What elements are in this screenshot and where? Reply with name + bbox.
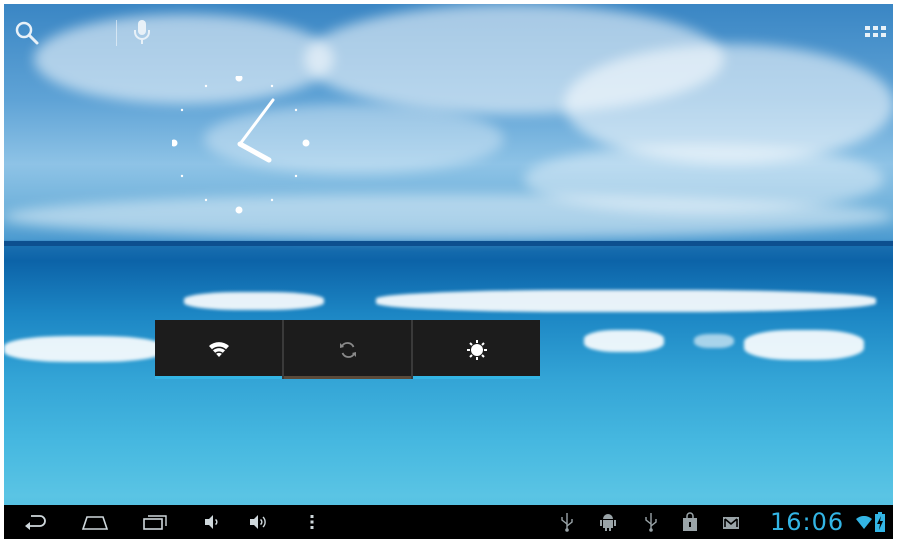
recent-apps-button[interactable] — [138, 505, 172, 539]
menu-button[interactable] — [302, 505, 322, 539]
back-icon — [25, 515, 46, 530]
minute-hand — [238, 98, 275, 146]
system-bar: 16:06 — [4, 505, 893, 539]
usb-icon[interactable] — [560, 512, 574, 536]
recent-apps-icon — [143, 515, 167, 530]
wallpaper-wave — [376, 290, 876, 312]
shopping-bag-icon[interactable] — [682, 512, 698, 536]
power-control-widget — [155, 320, 540, 379]
volume-up-icon — [250, 515, 266, 529]
wifi-state-indicator — [155, 376, 282, 379]
volume-down-icon — [205, 515, 218, 529]
wallpaper-cloud — [524, 144, 884, 214]
wallpaper-wave — [694, 334, 734, 348]
search-icon[interactable] — [14, 20, 40, 46]
wallpaper-wave — [744, 330, 864, 360]
android-debug-icon[interactable] — [599, 512, 617, 536]
wallpaper-horizon — [4, 241, 893, 246]
wallpaper-wave — [184, 292, 324, 310]
mic-icon[interactable] — [132, 18, 152, 46]
brightness-state-indicator — [413, 376, 540, 379]
wallpaper-wave — [584, 330, 664, 352]
brightness-toggle[interactable] — [411, 320, 540, 379]
home-screen — [4, 4, 893, 539]
home-button[interactable] — [78, 505, 112, 539]
brightness-icon — [466, 339, 487, 360]
menu-icon — [310, 515, 314, 529]
hour-hand — [237, 141, 272, 163]
wifi-icon — [208, 341, 229, 357]
search-divider — [116, 20, 117, 46]
clock-time[interactable]: 16:06 — [770, 508, 844, 536]
apps-grid-icon[interactable] — [864, 24, 888, 44]
wallpaper-wave — [4, 336, 164, 362]
usb-icon[interactable] — [644, 512, 658, 536]
wifi-signal-icon — [855, 515, 873, 534]
analog-clock-widget[interactable] — [170, 74, 310, 214]
home-icon — [81, 516, 109, 530]
sync-state-indicator — [284, 376, 411, 379]
wifi-toggle[interactable] — [155, 320, 282, 379]
sync-icon — [339, 341, 356, 358]
volume-up-button[interactable] — [242, 505, 276, 539]
back-button[interactable] — [18, 505, 52, 539]
volume-down-button[interactable] — [197, 505, 227, 539]
battery-charging-icon — [875, 512, 885, 536]
gmail-icon[interactable] — [722, 515, 740, 534]
sync-toggle[interactable] — [282, 320, 411, 379]
